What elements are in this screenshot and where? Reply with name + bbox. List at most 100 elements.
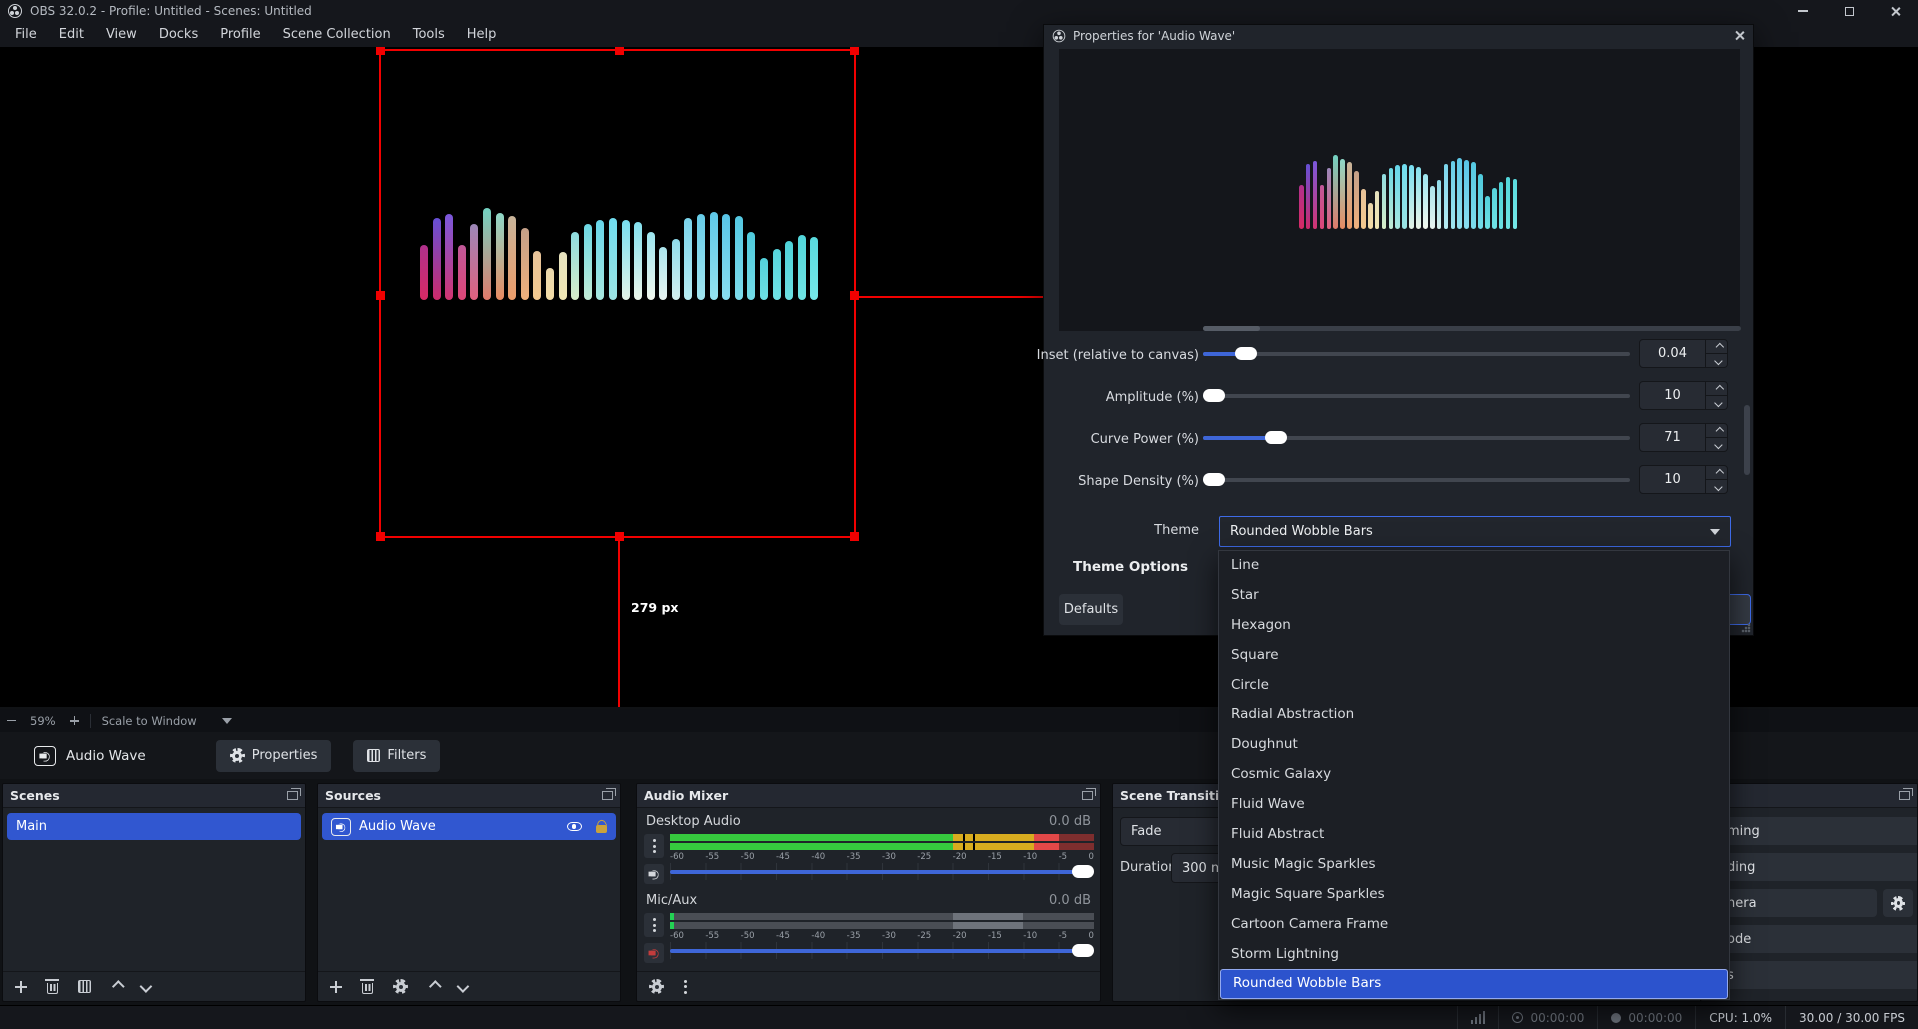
popout-icon[interactable] xyxy=(1899,791,1910,800)
source-properties-icon[interactable] xyxy=(393,979,408,994)
dropdown-item-radial-abstraction[interactable]: Radial Abstraction xyxy=(1219,700,1729,730)
dropdown-item-storm-lightning[interactable]: Storm Lightning xyxy=(1219,940,1729,970)
slider-handle[interactable] xyxy=(1203,389,1225,402)
spin-up-button[interactable] xyxy=(1706,340,1727,354)
mute-button[interactable] xyxy=(644,864,664,884)
popout-icon[interactable] xyxy=(1082,791,1093,800)
close-button[interactable] xyxy=(1872,0,1918,22)
maximize-button[interactable] xyxy=(1826,0,1872,22)
dropdown-item-square[interactable]: Square xyxy=(1219,641,1729,671)
menu-scene-collection[interactable]: Scene Collection xyxy=(272,22,402,47)
prop-spinbox[interactable]: 10 xyxy=(1639,381,1728,410)
prop-spinbox[interactable]: 71 xyxy=(1639,423,1728,452)
move-up-icon[interactable] xyxy=(112,980,125,993)
menu-docks[interactable]: Docks xyxy=(148,22,209,47)
zoom-in-icon[interactable] xyxy=(70,716,79,725)
resize-handle[interactable] xyxy=(850,47,859,55)
dropdown-item-doughnut[interactable]: Doughnut xyxy=(1219,730,1729,760)
menu-tools[interactable]: Tools xyxy=(402,22,456,47)
add-source-icon[interactable] xyxy=(330,981,342,993)
dialog-scrollbar[interactable] xyxy=(1744,405,1750,475)
filters-button[interactable]: Filters xyxy=(353,740,440,772)
dropdown-item-cartoon-camera-frame[interactable]: Cartoon Camera Frame xyxy=(1219,910,1729,940)
dropdown-item-rounded-wobble-bars[interactable]: Rounded Wobble Bars xyxy=(1220,969,1728,999)
dropdown-item-hexagon[interactable]: Hexagon xyxy=(1219,611,1729,641)
slider-handle[interactable] xyxy=(1072,865,1094,878)
spin-down-button[interactable] xyxy=(1706,354,1727,367)
zoom-out-icon[interactable] xyxy=(7,720,16,722)
spin-down-button[interactable] xyxy=(1706,396,1727,409)
dialog-title-bar[interactable]: Properties for 'Audio Wave' xyxy=(1044,25,1753,47)
prop-slider[interactable] xyxy=(1203,347,1630,360)
spin-up-button[interactable] xyxy=(1706,424,1727,438)
scene-filters-icon[interactable] xyxy=(78,980,91,993)
dropdown-item-line[interactable]: Line xyxy=(1219,551,1729,581)
prop-slider[interactable] xyxy=(1203,473,1630,486)
slider-handle[interactable] xyxy=(1203,473,1225,486)
resize-handle[interactable] xyxy=(850,532,859,541)
menu-help[interactable]: Help xyxy=(456,22,508,47)
scale-mode[interactable]: Scale to Window xyxy=(102,714,197,728)
dropdown-item-music-magic-sparkles[interactable]: Music Magic Sparkles xyxy=(1219,850,1729,880)
prop-slider[interactable] xyxy=(1203,389,1630,402)
spin-up-button[interactable] xyxy=(1706,466,1727,480)
minimize-button[interactable] xyxy=(1780,0,1826,22)
kebab-dots-icon[interactable] xyxy=(684,980,687,994)
resize-handle[interactable] xyxy=(376,291,385,300)
remove-source-icon[interactable] xyxy=(362,983,373,994)
slider-handle[interactable] xyxy=(1235,347,1257,360)
dropdown-item-fluid-abstract[interactable]: Fluid Abstract xyxy=(1219,820,1729,850)
advanced-audio-icon[interactable] xyxy=(649,979,664,994)
scene-item-main[interactable]: Main xyxy=(7,813,301,840)
partial-slider[interactable] xyxy=(1203,326,1741,331)
channel-options-button[interactable] xyxy=(644,913,664,937)
control-button[interactable]: s xyxy=(1719,961,1918,989)
dropdown-item-magic-square-sparkles[interactable]: Magic Square Sparkles xyxy=(1219,880,1729,910)
control-button[interactable]: ode xyxy=(1719,925,1918,953)
control-button[interactable]: ding xyxy=(1719,853,1918,881)
spin-down-button[interactable] xyxy=(1706,480,1727,493)
control-button[interactable]: ming xyxy=(1719,817,1918,845)
prop-spinbox[interactable]: 0.04 xyxy=(1639,339,1728,368)
lock-icon[interactable] xyxy=(596,825,607,833)
dropdown-item-fluid-wave[interactable]: Fluid Wave xyxy=(1219,790,1729,820)
mute-button-muted[interactable] xyxy=(644,943,664,963)
remove-scene-icon[interactable] xyxy=(47,983,58,994)
defaults-button[interactable]: Defaults xyxy=(1059,594,1123,625)
volume-slider[interactable] xyxy=(670,944,1094,957)
prop-spinbox[interactable]: 10 xyxy=(1639,465,1728,494)
move-up-icon[interactable] xyxy=(429,980,442,993)
volume-slider[interactable] xyxy=(670,865,1094,878)
virtual-camera-config-button[interactable] xyxy=(1883,889,1913,917)
menu-profile[interactable]: Profile xyxy=(209,22,271,47)
dropdown-item-circle[interactable]: Circle xyxy=(1219,671,1729,701)
resize-handle[interactable] xyxy=(376,47,385,55)
prop-slider[interactable] xyxy=(1203,431,1630,444)
source-item-audio-wave[interactable]: Audio Wave xyxy=(322,813,616,840)
resize-grip[interactable] xyxy=(1741,623,1751,633)
properties-button[interactable]: Properties xyxy=(216,740,332,772)
add-scene-icon[interactable] xyxy=(15,981,27,993)
menu-edit[interactable]: Edit xyxy=(48,22,95,47)
scale-mode-caret-icon[interactable] xyxy=(222,718,232,724)
popout-icon[interactable] xyxy=(287,791,298,800)
control-button[interactable]: nera xyxy=(1719,889,1877,917)
slider-handle[interactable] xyxy=(1265,431,1287,444)
dropdown-item-cosmic-galaxy[interactable]: Cosmic Galaxy xyxy=(1219,760,1729,790)
slider-handle[interactable] xyxy=(1072,944,1094,957)
meter-tick: -20 xyxy=(953,931,967,941)
resize-handle[interactable] xyxy=(376,532,385,541)
resize-handle[interactable] xyxy=(615,47,624,55)
move-down-icon[interactable] xyxy=(140,980,153,993)
popout-icon[interactable] xyxy=(602,791,613,800)
dialog-close-icon[interactable] xyxy=(1734,30,1745,41)
menu-file[interactable]: File xyxy=(4,22,48,47)
dropdown-item-star[interactable]: Star xyxy=(1219,581,1729,611)
menu-view[interactable]: View xyxy=(95,22,148,47)
theme-select[interactable]: Rounded Wobble Bars xyxy=(1219,516,1731,547)
channel-options-button[interactable] xyxy=(644,834,664,858)
visibility-eye-icon[interactable] xyxy=(567,822,582,831)
spin-up-button[interactable] xyxy=(1706,382,1727,396)
move-down-icon[interactable] xyxy=(457,980,470,993)
spin-down-button[interactable] xyxy=(1706,438,1727,451)
